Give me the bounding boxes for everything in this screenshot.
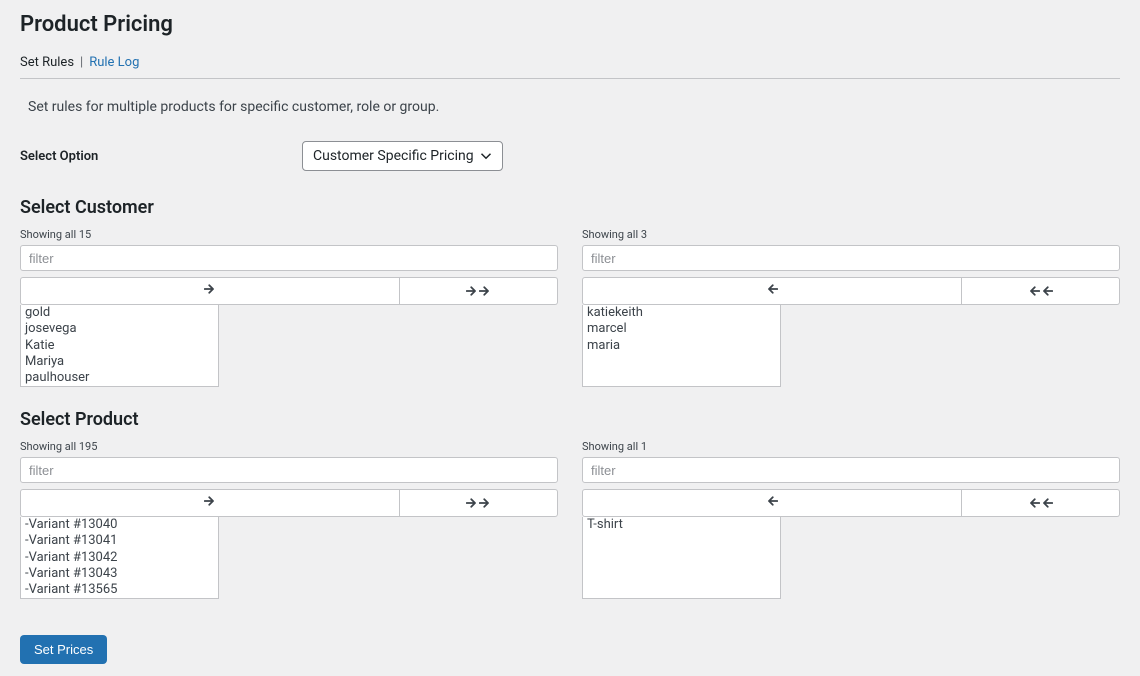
select-customer-title: Select Customer <box>20 197 1120 218</box>
customer-selected-list[interactable]: katiekeith marcel maria <box>582 305 781 387</box>
list-item[interactable]: T-shirt <box>585 517 778 533</box>
product-selected-count: Showing all 1 <box>582 440 1120 453</box>
pricing-type-select[interactable]: Customer Specific Pricing <box>302 141 503 171</box>
customer-available-list[interactable]: gold josevega Katie Mariya paulhouser ro… <box>20 305 219 387</box>
select-option-row: Select Option Customer Specific Pricing <box>20 141 1120 171</box>
double-arrow-right-icon <box>466 497 491 509</box>
page-title: Product Pricing <box>20 12 1120 37</box>
list-item[interactable]: robby <box>23 386 216 387</box>
customer-selected-count: Showing all 3 <box>582 228 1120 241</box>
list-item[interactable]: josevega <box>23 321 216 337</box>
list-item[interactable]: -Variant #13040 <box>23 517 216 533</box>
product-selected-column: Showing all 1 T-shirt <box>582 440 1120 599</box>
arrow-right-icon <box>204 495 216 511</box>
list-item[interactable]: Mariya <box>23 354 216 370</box>
product-move-all-right-button[interactable] <box>400 489 558 517</box>
select-customer-section: Select Customer Showing all 15 <box>20 197 1120 387</box>
tab-set-rules[interactable]: Set Rules <box>20 55 74 70</box>
double-arrow-left-icon <box>1028 285 1053 297</box>
list-item[interactable]: marcel <box>585 321 778 337</box>
list-item[interactable]: -Variant #13565 <box>23 582 216 598</box>
tab-rule-log[interactable]: Rule Log <box>89 55 139 70</box>
customer-move-all-left-button[interactable] <box>962 277 1120 305</box>
customer-move-left-button[interactable] <box>582 277 962 305</box>
product-available-filter[interactable] <box>20 457 558 483</box>
description-text: Set rules for multiple products for spec… <box>28 99 1120 115</box>
arrow-left-icon <box>766 283 778 299</box>
customer-available-filter[interactable] <box>20 245 558 271</box>
tab-separator: | <box>80 55 83 70</box>
list-item[interactable]: -Variant #13041 <box>23 533 216 549</box>
list-item[interactable]: gold <box>23 305 216 321</box>
product-move-right-button[interactable] <box>20 489 400 517</box>
product-move-all-left-button[interactable] <box>962 489 1120 517</box>
arrow-left-icon <box>766 495 778 511</box>
set-prices-button[interactable]: Set Prices <box>20 635 107 664</box>
list-item[interactable]: maria <box>585 338 778 354</box>
customer-available-column: Showing all 15 gold josevega <box>20 228 558 387</box>
product-available-list[interactable]: -Variant #13040 -Variant #13041 -Variant… <box>20 517 219 599</box>
list-item[interactable]: -Variant #13043 <box>23 566 216 582</box>
list-item[interactable]: katiekeith <box>585 305 778 321</box>
product-available-column: Showing all 195 -Variant #13040 -Vari <box>20 440 558 599</box>
customer-selected-column: Showing all 3 katiekeith marcel <box>582 228 1120 387</box>
select-product-section: Select Product Showing all 195 <box>20 409 1120 599</box>
list-item[interactable]: -Variant #13042 <box>23 550 216 566</box>
product-selected-filter[interactable] <box>582 457 1120 483</box>
select-value: Customer Specific Pricing <box>313 148 480 164</box>
list-item[interactable]: paulhouser <box>23 370 216 386</box>
customer-available-count: Showing all 15 <box>20 228 558 241</box>
product-available-count: Showing all 195 <box>20 440 558 453</box>
select-option-label: Select Option <box>20 149 302 164</box>
customer-selected-filter[interactable] <box>582 245 1120 271</box>
product-move-left-button[interactable] <box>582 489 962 517</box>
double-arrow-left-icon <box>1028 497 1053 509</box>
chevron-down-icon <box>480 150 492 162</box>
list-item[interactable]: -Variant #13566 <box>23 598 216 599</box>
list-item[interactable]: Katie <box>23 338 216 354</box>
select-product-title: Select Product <box>20 409 1120 430</box>
customer-move-right-button[interactable] <box>20 277 400 305</box>
tabs: Set Rules | Rule Log <box>20 55 1120 79</box>
arrow-right-icon <box>204 283 216 299</box>
customer-move-all-right-button[interactable] <box>400 277 558 305</box>
double-arrow-right-icon <box>466 285 491 297</box>
product-selected-list[interactable]: T-shirt <box>582 517 781 599</box>
